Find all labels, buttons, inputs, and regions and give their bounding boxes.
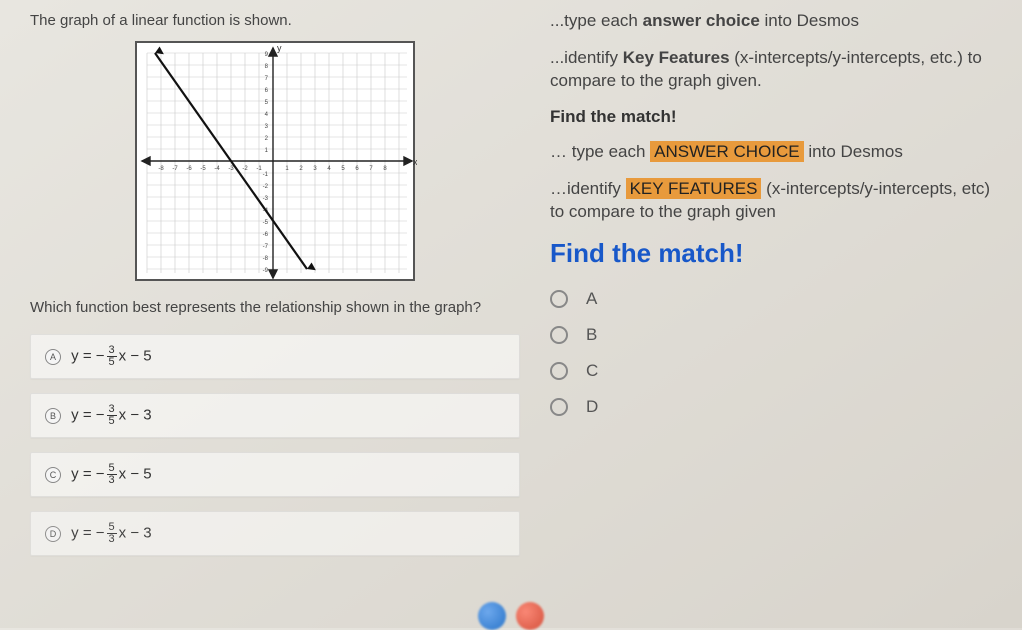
question-panel: The graph of a linear function is shown. xyxy=(0,0,540,628)
svg-text:-6: -6 xyxy=(263,232,269,238)
instruction-line-3: … type each ANSWER CHOICE into Desmos xyxy=(550,141,1000,164)
linear-function-graph: -8-7-6-5-4-3-2-1 12345678 987654321 -1-2… xyxy=(135,41,415,281)
answer-choice-b[interactable]: B y = −35x − 3 xyxy=(30,393,520,438)
svg-text:-2: -2 xyxy=(263,184,269,190)
fraction: 35 xyxy=(107,345,117,368)
svg-text:-3: -3 xyxy=(263,196,269,202)
radio-group: A B C D xyxy=(550,289,1000,417)
radio-option-b[interactable]: B xyxy=(550,325,1000,345)
svg-text:5: 5 xyxy=(341,166,345,172)
fraction: 53 xyxy=(107,463,117,486)
instruction-line-1: ...type each answer choice into Desmos xyxy=(550,10,1000,33)
svg-text:8: 8 xyxy=(383,166,387,172)
svg-text:-9: -9 xyxy=(263,268,269,274)
svg-text:-3: -3 xyxy=(228,166,234,172)
radio-circle-icon xyxy=(550,398,568,416)
svg-text:1: 1 xyxy=(285,166,289,172)
radio-option-d[interactable]: D xyxy=(550,397,1000,417)
choice-b-prefix: y = − xyxy=(71,406,104,423)
choice-d-prefix: y = − xyxy=(71,524,104,541)
radio-label-c: C xyxy=(586,361,598,381)
choice-d-suffix: x − 3 xyxy=(119,524,152,541)
svg-text:7: 7 xyxy=(369,166,373,172)
svg-text:-7: -7 xyxy=(263,244,269,250)
app-icon[interactable] xyxy=(516,602,544,630)
svg-text:-8: -8 xyxy=(158,166,164,172)
svg-text:-2: -2 xyxy=(242,166,248,172)
svg-text:2: 2 xyxy=(299,166,303,172)
fraction: 35 xyxy=(107,404,117,427)
svg-text:-1: -1 xyxy=(256,166,262,172)
svg-text:-1: -1 xyxy=(263,172,269,178)
choice-a-suffix: x − 5 xyxy=(119,347,152,364)
radio-label-b: B xyxy=(586,325,597,345)
svg-text:-5: -5 xyxy=(263,220,269,226)
answer-choice-d[interactable]: D y = −53x − 3 xyxy=(30,511,520,556)
radio-circle-icon xyxy=(550,290,568,308)
taskbar-icons xyxy=(478,602,544,630)
radio-circle-icon xyxy=(550,326,568,344)
radio-label-a: A xyxy=(586,289,597,309)
radio-label-d: D xyxy=(586,397,598,417)
question-text: Which function best represents the relat… xyxy=(30,299,520,316)
choice-letter-b: B xyxy=(45,408,61,424)
choice-a-prefix: y = − xyxy=(71,347,104,364)
instruction-line-4: …identify KEY FEATURES (x-intercepts/y-i… xyxy=(550,178,1000,224)
radio-option-c[interactable]: C xyxy=(550,361,1000,381)
app-icon[interactable] xyxy=(478,602,506,630)
svg-text:-6: -6 xyxy=(186,166,192,172)
answer-choice-a[interactable]: A y = −35x − 5 xyxy=(30,334,520,379)
svg-text:3: 3 xyxy=(313,166,317,172)
fraction: 53 xyxy=(107,522,117,545)
svg-text:-7: -7 xyxy=(172,166,178,172)
choice-c-prefix: y = − xyxy=(71,465,104,482)
instructions-panel: ...type each answer choice into Desmos .… xyxy=(540,0,1020,628)
find-match-blue: Find the match! xyxy=(550,238,1000,269)
choice-letter-c: C xyxy=(45,467,61,483)
svg-text:-4: -4 xyxy=(214,166,220,172)
choice-b-suffix: x − 3 xyxy=(119,406,152,423)
radio-circle-icon xyxy=(550,362,568,380)
svg-text:-5: -5 xyxy=(200,166,206,172)
svg-text:4: 4 xyxy=(327,166,331,172)
prompt-title: The graph of a linear function is shown. xyxy=(30,12,520,29)
svg-text:-8: -8 xyxy=(263,256,269,262)
find-match-header: Find the match! xyxy=(550,107,1000,127)
choice-c-suffix: x − 5 xyxy=(119,465,152,482)
choice-letter-a: A xyxy=(45,349,61,365)
svg-text:x: x xyxy=(413,157,417,167)
svg-text:y: y xyxy=(277,43,282,53)
instruction-line-2: ...identify Key Features (x-intercepts/y… xyxy=(550,47,1000,93)
graph-container: -8-7-6-5-4-3-2-1 12345678 987654321 -1-2… xyxy=(30,41,520,281)
choice-letter-d: D xyxy=(45,526,61,542)
radio-option-a[interactable]: A xyxy=(550,289,1000,309)
svg-text:6: 6 xyxy=(355,166,359,172)
answer-choice-c[interactable]: C y = −53x − 5 xyxy=(30,452,520,497)
